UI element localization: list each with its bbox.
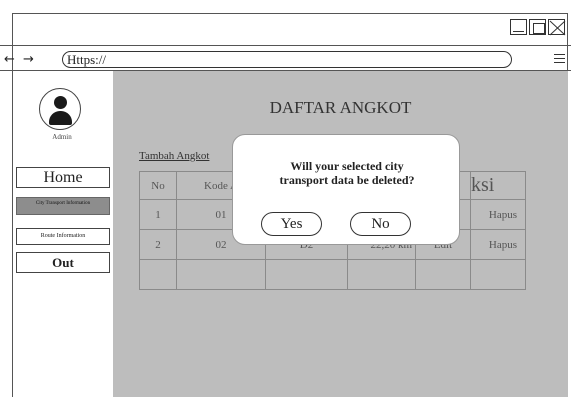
header-no: No	[139, 171, 177, 200]
sidebar-item-route-information[interactable]: Route Information	[16, 228, 110, 245]
cell-no: 2	[139, 229, 177, 260]
back-forward-icon[interactable]: ← →	[4, 52, 36, 67]
cell-hapus[interactable]: Hapus	[470, 229, 526, 260]
dialog-message-line1: Will your selected city	[290, 159, 404, 173]
dialog-message-line2: transport data be deleted?	[279, 173, 415, 187]
cell-no: 1	[139, 199, 177, 230]
minimize-icon[interactable]	[510, 19, 527, 35]
page-title: DAFTAR ANGKOT	[269, 98, 412, 117]
user-avatar-icon	[39, 88, 81, 130]
no-button[interactable]: No	[350, 212, 411, 236]
dialog-message: Will your selected city transport data b…	[233, 159, 461, 187]
delete-confirm-dialog: Will your selected city transport data b…	[232, 134, 460, 245]
url-text: Https://	[67, 52, 107, 67]
add-angkot-link[interactable]: Tambah Angkot	[139, 150, 209, 162]
titlebar-divider	[0, 45, 571, 46]
sidebar-item-home[interactable]: Home	[16, 167, 110, 188]
close-icon[interactable]	[548, 19, 566, 36]
user-label: Admin	[52, 133, 72, 141]
sidebar-item-out[interactable]: Out	[16, 252, 110, 273]
sidebar: Admin Home City Transport Information Ro…	[12, 71, 112, 397]
window-controls	[510, 19, 566, 36]
yes-button[interactable]: Yes	[261, 212, 322, 236]
header-aksi: ksi	[470, 171, 526, 200]
cell-hapus[interactable]: Hapus	[470, 199, 526, 230]
address-row: ← → Https://	[0, 51, 571, 69]
maximize-icon[interactable]	[529, 19, 546, 35]
table-row-empty	[139, 259, 526, 290]
sidebar-item-city-transport[interactable]: City Transport Information	[16, 197, 110, 215]
hamburger-menu-icon[interactable]	[554, 54, 565, 66]
url-bar[interactable]: Https://	[62, 51, 512, 68]
